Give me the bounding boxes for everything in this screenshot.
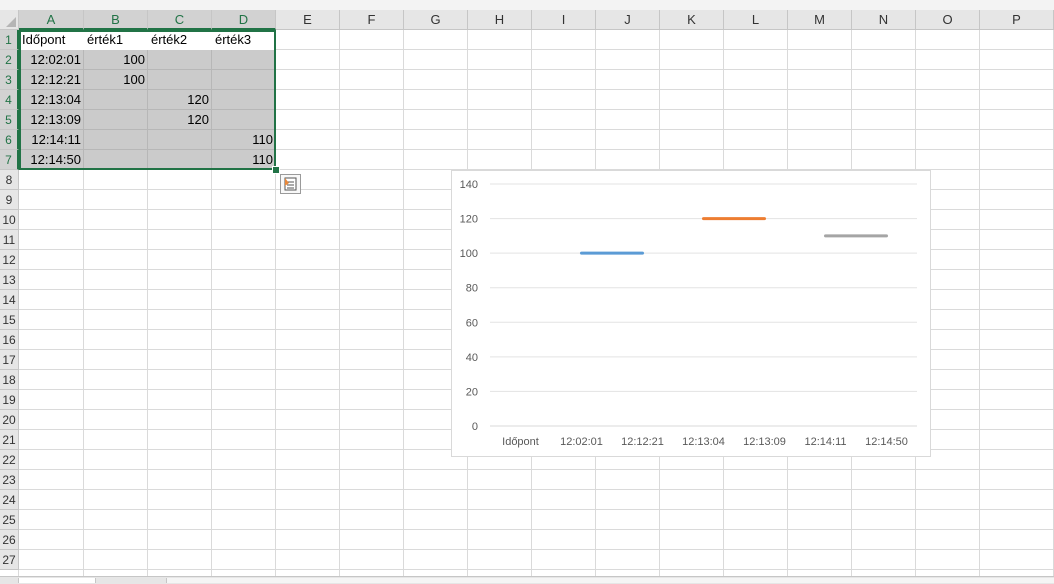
- cell-d6[interactable]: 110: [212, 130, 276, 150]
- cell-a5[interactable]: 12:13:09: [19, 110, 84, 130]
- column-header-o[interactable]: O: [916, 10, 980, 30]
- row-header-19[interactable]: 19: [0, 390, 19, 410]
- row-header-16[interactable]: 16: [0, 330, 19, 350]
- y-tick-label: 100: [460, 248, 478, 260]
- x-tick-label: 12:14:50: [865, 436, 908, 448]
- row-header-9[interactable]: 9: [0, 190, 19, 210]
- y-tick-label: 80: [466, 283, 478, 295]
- column-header-n[interactable]: N: [852, 10, 916, 30]
- row-header-3[interactable]: 3: [0, 70, 19, 90]
- column-header-k[interactable]: K: [660, 10, 724, 30]
- y-tick-label: 0: [472, 421, 478, 433]
- row-header-21[interactable]: 21: [0, 430, 19, 450]
- row-header-26[interactable]: 26: [0, 530, 19, 550]
- cell-c4[interactable]: 120: [148, 90, 212, 110]
- row-header-12[interactable]: 12: [0, 250, 19, 270]
- row-header-25[interactable]: 25: [0, 510, 19, 530]
- horizontal-scrollbar[interactable]: [166, 578, 1054, 583]
- column-header-l[interactable]: L: [724, 10, 788, 30]
- y-tick-label: 40: [466, 352, 478, 364]
- column-header-d[interactable]: D: [212, 10, 276, 30]
- column-header-e[interactable]: E: [276, 10, 340, 30]
- cell-a3[interactable]: 12:12:21: [19, 70, 84, 90]
- row-header-23[interactable]: 23: [0, 470, 19, 490]
- row-header-2[interactable]: 2: [0, 50, 19, 70]
- cell-b2[interactable]: 100: [84, 50, 148, 70]
- y-tick-label: 20: [466, 386, 478, 398]
- column-header-p[interactable]: P: [980, 10, 1054, 30]
- row-header-7[interactable]: 7: [0, 150, 19, 170]
- row-header-6[interactable]: 6: [0, 130, 19, 150]
- x-tick-label: 12:13:04: [682, 436, 725, 448]
- row-header-20[interactable]: 20: [0, 410, 19, 430]
- row-header-15[interactable]: 15: [0, 310, 19, 330]
- x-tick-label: 12:14:11: [804, 436, 846, 448]
- row-header-1[interactable]: 1: [0, 30, 19, 50]
- cell-d7[interactable]: 110: [212, 150, 276, 170]
- cell-a6[interactable]: 12:14:11: [19, 130, 84, 150]
- row-header-14[interactable]: 14: [0, 290, 19, 310]
- cell-a7[interactable]: 12:14:50: [19, 150, 84, 170]
- y-tick-label: 60: [466, 317, 478, 329]
- column-header-b[interactable]: B: [84, 10, 148, 30]
- x-tick-label: 12:13:09: [743, 436, 786, 448]
- row-header-22[interactable]: 22: [0, 450, 19, 470]
- cell-c5[interactable]: 120: [148, 110, 212, 130]
- sheet-tab-active[interactable]: [18, 578, 96, 583]
- column-header-a[interactable]: A: [19, 10, 84, 30]
- row-header-8[interactable]: 8: [0, 170, 19, 190]
- x-tick-label: 12:12:21: [621, 436, 664, 448]
- column-header-h[interactable]: H: [468, 10, 532, 30]
- x-tick-label: Időpont: [502, 436, 539, 448]
- column-header-m[interactable]: M: [788, 10, 852, 30]
- row-header-24[interactable]: 24: [0, 490, 19, 510]
- column-header-i[interactable]: I: [532, 10, 596, 30]
- y-tick-label: 120: [460, 214, 478, 226]
- select-all-corner[interactable]: [0, 10, 19, 30]
- row-header-10[interactable]: 10: [0, 210, 19, 230]
- chart-canvas: 0 20 40 60 80 100 120 140 Időpont 12:02:01 12:12:2…: [460, 179, 917, 448]
- row-header-18[interactable]: 18: [0, 370, 19, 390]
- row-header-27[interactable]: 27: [0, 550, 19, 570]
- row-header-11[interactable]: 11: [0, 230, 19, 250]
- row-header-17[interactable]: 17: [0, 350, 19, 370]
- y-tick-label: 140: [460, 179, 478, 191]
- quick-analysis-button[interactable]: [280, 174, 301, 194]
- column-header-c[interactable]: C: [148, 10, 212, 30]
- row-header-4[interactable]: 4: [0, 90, 19, 110]
- column-header-j[interactable]: J: [596, 10, 660, 30]
- column-header-f[interactable]: F: [340, 10, 404, 30]
- column-header-g[interactable]: G: [404, 10, 468, 30]
- quick-analysis-icon: [284, 177, 297, 191]
- line-chart[interactable]: 0 20 40 60 80 100 120 140 Időpont 12:02:01 12:12:2…: [451, 170, 931, 457]
- cell-d1[interactable]: érték3: [212, 30, 276, 50]
- cell-a2[interactable]: 12:02:01: [19, 50, 84, 70]
- cell-b3[interactable]: 100: [84, 70, 148, 90]
- x-tick-label: 12:02:01: [560, 436, 603, 448]
- row-header-13[interactable]: 13: [0, 270, 19, 290]
- row-header-5[interactable]: 5: [0, 110, 19, 130]
- cell-c1[interactable]: érték2: [148, 30, 212, 50]
- cell-a1[interactable]: Időpont: [19, 30, 84, 50]
- cell-a4[interactable]: 12:13:04: [19, 90, 84, 110]
- cell-b1[interactable]: érték1: [84, 30, 148, 50]
